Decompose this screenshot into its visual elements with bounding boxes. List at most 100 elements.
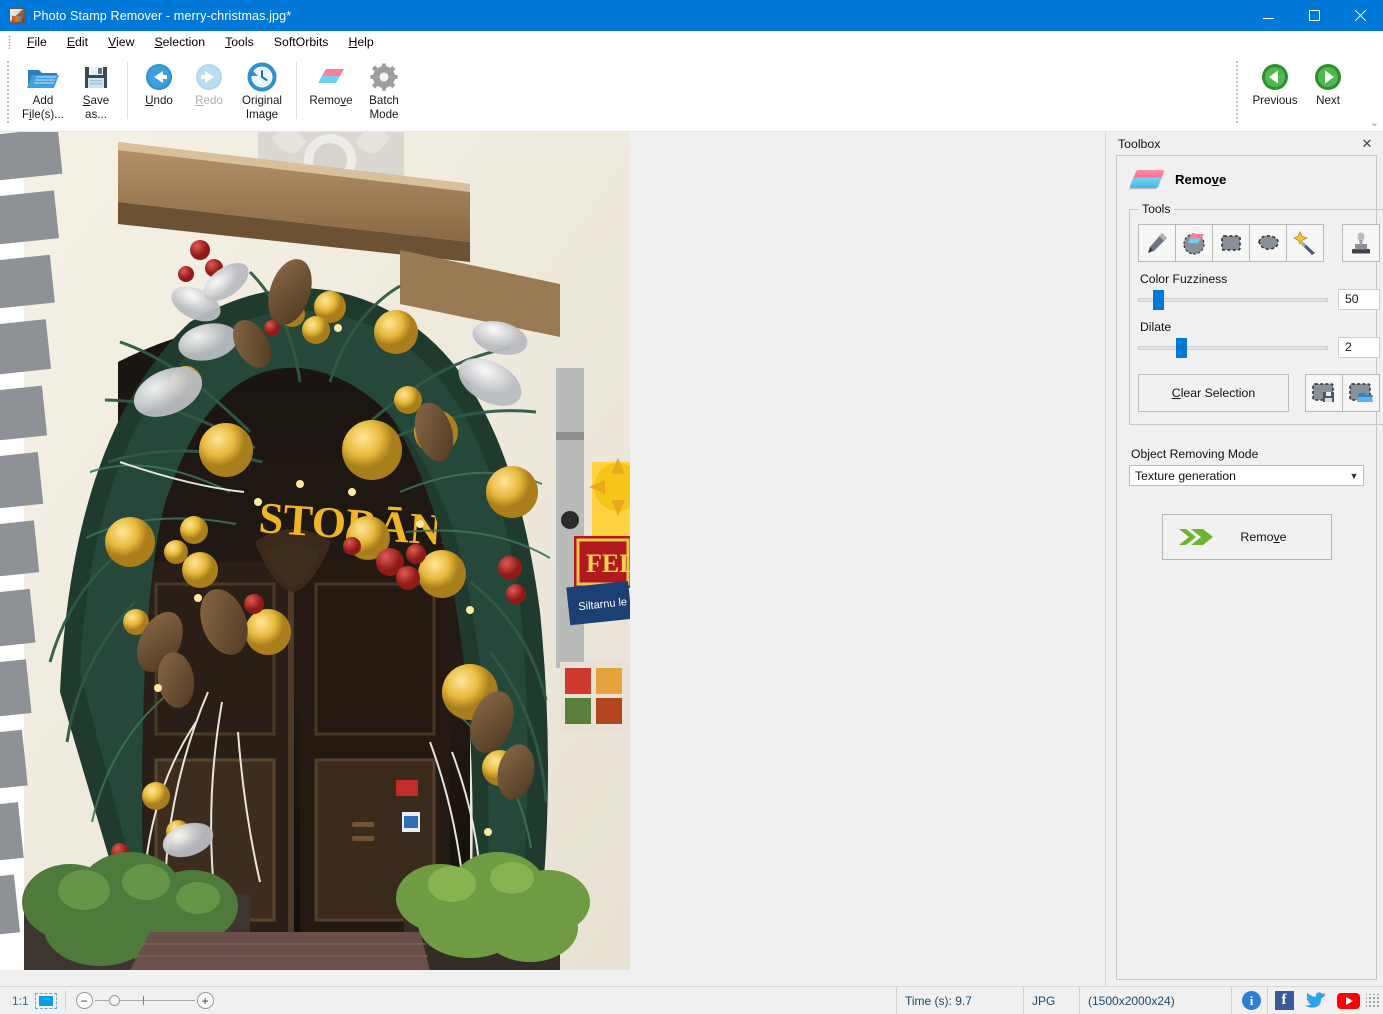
remove-section-title: Remove bbox=[1175, 172, 1226, 187]
lasso-select-tool[interactable] bbox=[1249, 224, 1287, 262]
toolbar-expand-icon[interactable]: ⌄ bbox=[1370, 116, 1379, 129]
title-bar: Photo Stamp Remover - merry-christmas.jp… bbox=[0, 0, 1383, 31]
batch-mode-button[interactable]: BatchMode bbox=[359, 58, 409, 121]
tools-group: Tools bbox=[1129, 202, 1383, 425]
green-left-arrow-icon bbox=[1260, 60, 1290, 94]
save-selection-icon bbox=[1311, 381, 1337, 405]
christmas-entrance-photo: STORĀNS bbox=[0, 132, 630, 970]
menu-softorbits[interactable]: SoftOrbits bbox=[264, 33, 339, 51]
object-removing-mode-label: Object Removing Mode bbox=[1131, 447, 1364, 461]
menu-grip[interactable] bbox=[8, 35, 11, 49]
facebook-icon[interactable]: f bbox=[1268, 987, 1300, 1014]
dashed-rectangle-icon bbox=[1218, 230, 1244, 256]
youtube-icon[interactable] bbox=[1332, 987, 1364, 1014]
remove-action-button[interactable]: Remove bbox=[1162, 514, 1332, 560]
toolbar-grip[interactable] bbox=[6, 60, 10, 125]
undo-button[interactable]: Undo bbox=[134, 58, 184, 108]
add-files-button[interactable]: AddFile(s)... bbox=[15, 58, 71, 121]
status-spacer bbox=[224, 987, 896, 1014]
resize-grip[interactable] bbox=[1366, 994, 1380, 1008]
eraser-tool[interactable] bbox=[1175, 224, 1213, 262]
zoom-slider-knob[interactable] bbox=[109, 995, 120, 1006]
color-fuzziness-row: 50 bbox=[1138, 288, 1380, 310]
menu-help[interactable]: Help bbox=[338, 33, 383, 51]
remove-section-header: Remove bbox=[1133, 170, 1364, 188]
object-removing-mode-select[interactable]: Texture generation ▼ bbox=[1129, 465, 1364, 486]
zoom-ratio-label: 1:1 bbox=[0, 994, 35, 1008]
eraser-icon bbox=[314, 60, 348, 94]
save-as-button[interactable]: Saveas... bbox=[71, 58, 121, 121]
previous-button[interactable]: Previous bbox=[1247, 58, 1303, 108]
eraser-icon bbox=[1129, 170, 1164, 188]
remove-toolbar-button[interactable]: Remove bbox=[303, 58, 359, 108]
dilate-slider[interactable] bbox=[1138, 336, 1328, 358]
stamp-icon bbox=[1348, 230, 1374, 256]
image-canvas[interactable]: STORĀNS bbox=[0, 132, 1105, 986]
menu-tools[interactable]: Tools bbox=[215, 33, 264, 51]
selection-actions-row: Clear Selection bbox=[1138, 374, 1380, 412]
original-image-label: OriginalImage bbox=[242, 94, 282, 121]
toolbox-header: Toolbox ✕ bbox=[1106, 132, 1383, 155]
hotel-sign-text: FEL bbox=[586, 549, 630, 578]
next-label: Next bbox=[1316, 94, 1340, 108]
toolbox-body: Remove Tools bbox=[1116, 155, 1377, 980]
menu-file[interactable]: FFileile bbox=[17, 33, 57, 51]
dashed-lasso-icon bbox=[1255, 230, 1281, 256]
add-files-label: AddFile(s)... bbox=[22, 94, 64, 121]
minimize-button[interactable] bbox=[1245, 0, 1291, 31]
previous-label: Previous bbox=[1252, 94, 1297, 108]
object-removing-mode-value: Texture generation bbox=[1135, 469, 1236, 483]
chevron-down-icon[interactable]: ▼ bbox=[1345, 466, 1363, 485]
green-right-arrow-icon bbox=[1313, 60, 1343, 94]
twitter-icon[interactable] bbox=[1300, 987, 1332, 1014]
marker-pencil-tool[interactable] bbox=[1138, 224, 1176, 262]
youtube-glyph bbox=[1337, 993, 1360, 1009]
maximize-button[interactable] bbox=[1291, 0, 1337, 31]
app-icon bbox=[9, 8, 25, 24]
redo-button[interactable]: Redo bbox=[184, 58, 234, 108]
batch-mode-label: BatchMode bbox=[369, 94, 399, 121]
save-as-label: Saveas... bbox=[83, 94, 109, 121]
format-status: JPG bbox=[1024, 987, 1080, 1014]
clone-stamp-tool[interactable] bbox=[1342, 224, 1380, 262]
nav-grip[interactable] bbox=[1235, 60, 1239, 125]
menu-edit[interactable]: Edit bbox=[57, 33, 98, 51]
undo-label: Undo bbox=[145, 94, 173, 108]
selection-io-group bbox=[1305, 374, 1380, 412]
slider-thumb[interactable] bbox=[1153, 290, 1164, 310]
clock-revert-icon bbox=[246, 60, 278, 94]
photo-image[interactable]: STORĀNS bbox=[0, 132, 630, 970]
menu-view[interactable]: View bbox=[98, 33, 144, 51]
slider-thumb[interactable] bbox=[1176, 338, 1187, 358]
next-button[interactable]: Next bbox=[1303, 58, 1353, 108]
main-area: STORĀNS bbox=[0, 132, 1383, 986]
zoom-slider[interactable] bbox=[95, 992, 195, 1009]
color-fuzziness-value[interactable]: 50 bbox=[1338, 289, 1380, 310]
gear-icon bbox=[369, 60, 399, 94]
dilate-label: Dilate bbox=[1140, 320, 1380, 334]
color-fuzziness-slider[interactable] bbox=[1138, 288, 1328, 310]
fit-to-window-icon[interactable] bbox=[35, 993, 57, 1009]
zoom-out-button[interactable]: − bbox=[76, 992, 93, 1009]
original-image-button[interactable]: OriginalImage bbox=[234, 58, 290, 121]
close-button[interactable] bbox=[1337, 0, 1383, 31]
magic-wand-tool[interactable] bbox=[1286, 224, 1324, 262]
zoom-control: − + bbox=[66, 992, 224, 1009]
info-icon[interactable]: i bbox=[1236, 987, 1268, 1014]
color-fuzziness-label: Color Fuzziness bbox=[1140, 272, 1380, 286]
tool-buttons-row bbox=[1138, 224, 1380, 262]
clear-selection-button[interactable]: Clear Selection bbox=[1138, 374, 1289, 412]
facebook-glyph: f bbox=[1275, 991, 1294, 1010]
zoom-in-button[interactable]: + bbox=[197, 992, 214, 1009]
pencil-icon bbox=[1144, 230, 1170, 256]
load-selection-button[interactable] bbox=[1342, 374, 1380, 412]
window-title: Photo Stamp Remover - merry-christmas.jp… bbox=[33, 9, 291, 23]
toolbox-close-icon[interactable]: ✕ bbox=[1359, 136, 1375, 152]
double-arrow-icon bbox=[1177, 524, 1217, 550]
rectangle-select-tool[interactable] bbox=[1212, 224, 1250, 262]
undo-arrow-icon bbox=[143, 60, 175, 94]
app-window: Photo Stamp Remover - merry-christmas.jp… bbox=[0, 0, 1383, 1014]
dilate-value[interactable]: 2 bbox=[1338, 337, 1380, 358]
menu-selection[interactable]: Selection bbox=[144, 33, 215, 51]
save-selection-button[interactable] bbox=[1305, 374, 1343, 412]
